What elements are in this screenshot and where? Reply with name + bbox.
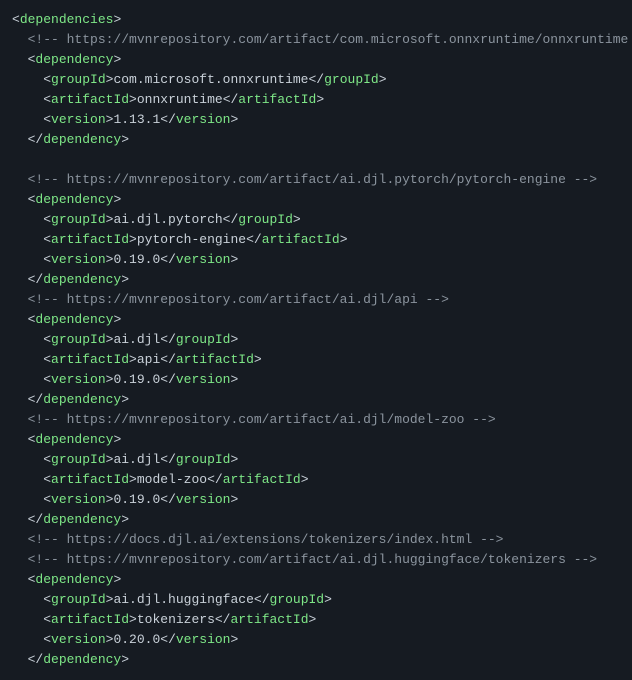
xml-code-block: <dependencies> <!-- https://mvnrepositor…	[0, 0, 632, 680]
xml-content: <dependencies> <!-- https://mvnrepositor…	[12, 12, 632, 667]
